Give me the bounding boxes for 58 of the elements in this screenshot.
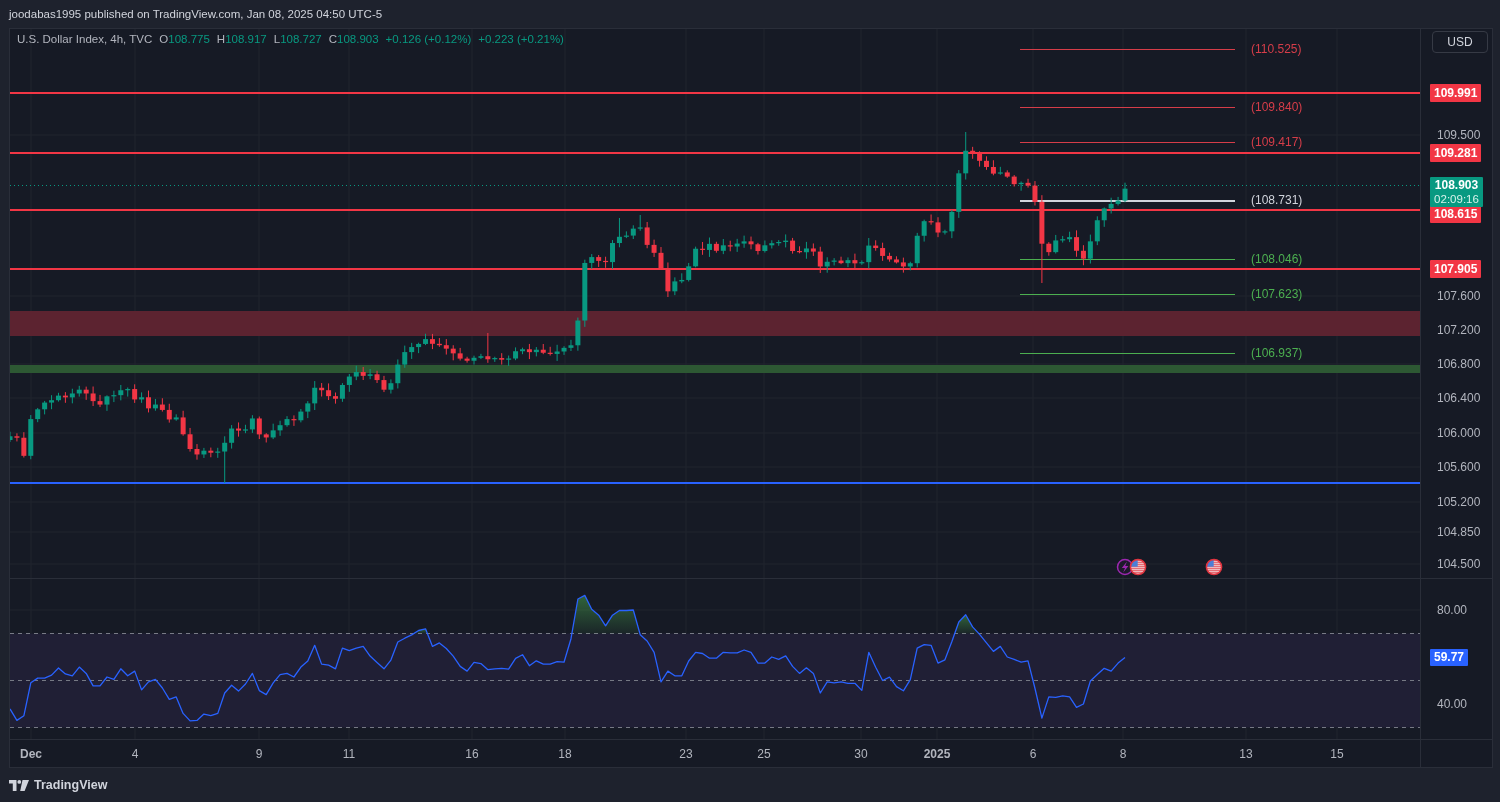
- ohlc-value: 108.727: [280, 33, 322, 45]
- time-label: 8: [1119, 747, 1127, 761]
- time-label: 18: [558, 747, 572, 761]
- ohlc-value: 108.775: [168, 33, 210, 45]
- price-tick: 109.500: [1437, 128, 1481, 142]
- ohlc-key: O: [159, 33, 169, 45]
- time-label: 23: [679, 747, 693, 761]
- ohlc-key: C: [328, 33, 337, 45]
- logo-icon: [9, 779, 29, 791]
- flag-icon[interactable]: [1205, 558, 1223, 576]
- price-tick: 106.000: [1437, 426, 1481, 440]
- price-tick: 104.850: [1437, 525, 1481, 539]
- time-label: 11: [342, 747, 356, 761]
- brand-name: TradingView: [34, 778, 108, 792]
- price-level-tag: 109.991: [1430, 84, 1482, 102]
- level-label: (107.623): [1251, 287, 1303, 301]
- price-tick: 106.400: [1437, 391, 1481, 405]
- level-label: (109.417): [1251, 135, 1303, 149]
- level-label: (109.840): [1251, 100, 1303, 114]
- publish-info: joodabas1995 published on TradingView.com, Jan 08, 2025 04:50 UTC-5: [9, 8, 383, 20]
- overbought-fill: [571, 595, 640, 634]
- ohlc-key: H: [216, 33, 226, 45]
- ohlc-value: 108.917: [225, 33, 267, 45]
- price-tick: 107.200: [1437, 323, 1481, 337]
- lightning-icon[interactable]: [1116, 558, 1134, 576]
- ohlc-value: 108.903: [337, 33, 379, 45]
- price-tick: 104.500: [1437, 557, 1481, 571]
- time-label: 4: [131, 747, 139, 761]
- price-level-tag: 107.905: [1430, 260, 1482, 278]
- level-label: (110.525): [1251, 42, 1302, 56]
- current-price: 108.903: [1434, 178, 1479, 192]
- price-level-tag: 109.281: [1430, 144, 1482, 162]
- level-label: (108.046): [1251, 252, 1303, 266]
- symbol-title: U.S. Dollar Index, 4h, TVC: [17, 33, 153, 45]
- price-tick: 107.600: [1437, 289, 1481, 303]
- rsi-tick: 40.00: [1437, 697, 1468, 711]
- time-label: 15: [1330, 747, 1344, 761]
- price-tick: 106.800: [1437, 357, 1481, 371]
- price-change: +0.223 (+0.21%): [478, 33, 564, 45]
- price-change: +0.126 (+0.12%): [385, 33, 472, 45]
- level-label: (108.731): [1251, 193, 1303, 207]
- bar-countdown: 02:09:16: [1434, 192, 1479, 206]
- ohlc-key: L: [273, 33, 281, 45]
- level-label: (106.937): [1251, 346, 1303, 360]
- time-label: 13: [1239, 747, 1253, 761]
- time-label: 6: [1029, 747, 1037, 761]
- price-tick: 105.600: [1437, 460, 1481, 474]
- flag-icon[interactable]: [1129, 558, 1147, 576]
- time-label: Dec: [20, 747, 42, 761]
- price-tick: 105.200: [1437, 495, 1481, 509]
- time-label: 30: [854, 747, 868, 761]
- time-label: 9: [255, 747, 263, 761]
- time-label: 2025: [923, 747, 951, 761]
- rsi-value-tag: 59.77: [1430, 648, 1469, 666]
- time-label: 16: [465, 747, 479, 761]
- rsi-tick: 80.00: [1437, 603, 1468, 617]
- currency-button[interactable]: USD: [1432, 31, 1488, 53]
- time-label: 25: [757, 747, 771, 761]
